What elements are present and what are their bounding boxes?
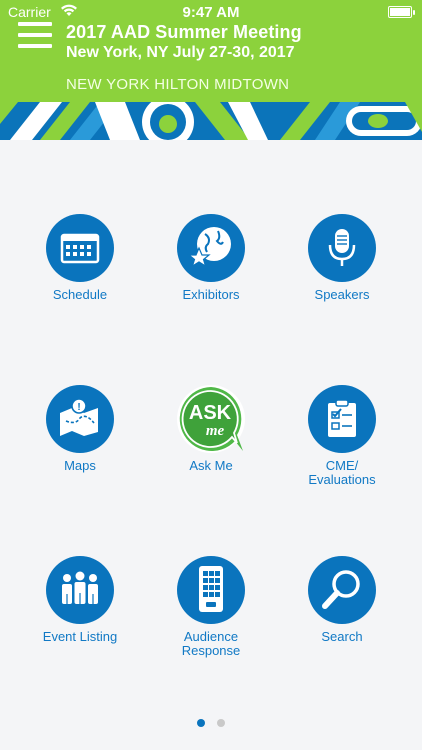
page-dot-1[interactable] — [196, 719, 205, 727]
audience-response-label: Audience Response — [181, 629, 241, 658]
svg-text:me: me — [206, 423, 225, 439]
event-venue: NEW YORK HILTON MIDTOWN — [66, 76, 290, 93]
event-listing-button[interactable]: Event Listing — [14, 556, 146, 644]
people-group-icon — [62, 571, 98, 604]
schedule-label: Schedule — [52, 287, 108, 302]
search-label: Search — [321, 629, 363, 644]
schedule-button[interactable]: Schedule — [14, 214, 146, 302]
magnifier-icon — [322, 570, 360, 609]
event-listing-icon-circle — [46, 556, 114, 624]
svg-text:!: ! — [77, 402, 80, 413]
ask-me-button[interactable]: ASK me Ask Me — [145, 385, 277, 473]
calendar-icon — [60, 233, 100, 264]
ask-me-label: Ask Me — [189, 458, 233, 473]
svg-text:ASK: ASK — [189, 402, 232, 424]
ask-me-icon: ASK me — [179, 387, 243, 451]
event-title: 2017 AAD Summer Meeting — [66, 22, 302, 42]
page-dot-2[interactable] — [217, 719, 226, 727]
keypad-device-icon — [199, 566, 223, 612]
clipboard-checklist-icon — [328, 399, 356, 437]
hamburger-menu-icon[interactable] — [18, 22, 52, 48]
app-header: Carrier 9:47 AM 2017 AAD Summer Meeting … — [0, 0, 422, 102]
cme-evaluations-icon-circle — [308, 385, 376, 453]
exhibitors-icon-circle — [177, 214, 245, 282]
battery-icon — [388, 6, 415, 18]
maps-button[interactable]: ! Maps — [14, 385, 146, 473]
maps-icon-circle: ! — [46, 385, 114, 453]
exhibitors-label: Exhibitors — [182, 287, 240, 302]
exhibitors-button[interactable]: Exhibitors — [145, 214, 277, 302]
page-indicator — [0, 714, 422, 732]
event-location-dates: New York, NY July 27-30, 2017 — [66, 44, 295, 61]
status-time: 9:47 AM — [182, 4, 240, 21]
maps-label: Maps — [64, 458, 96, 473]
speakers-icon-circle — [308, 214, 376, 282]
audience-response-button[interactable]: Audience Response — [145, 556, 277, 658]
cme-evaluations-label: CME/ Evaluations — [308, 458, 376, 487]
microphone-icon — [328, 229, 356, 266]
search-icon-circle — [308, 556, 376, 624]
speakers-button[interactable]: Speakers — [276, 214, 408, 302]
globe-star-icon — [187, 227, 231, 268]
event-listing-label: Event Listing — [42, 629, 118, 644]
speakers-label: Speakers — [314, 287, 370, 302]
audience-response-icon-circle — [177, 556, 245, 624]
map-icon: ! — [60, 398, 98, 436]
decorative-banner — [0, 102, 422, 140]
ask-me-icon-circle: ASK me — [177, 385, 245, 453]
schedule-icon-circle — [46, 214, 114, 282]
search-button[interactable]: Search — [276, 556, 408, 644]
status-bar: Carrier 9:47 AM — [0, 0, 422, 24]
cme-evaluations-button[interactable]: CME/ Evaluations — [276, 385, 408, 487]
